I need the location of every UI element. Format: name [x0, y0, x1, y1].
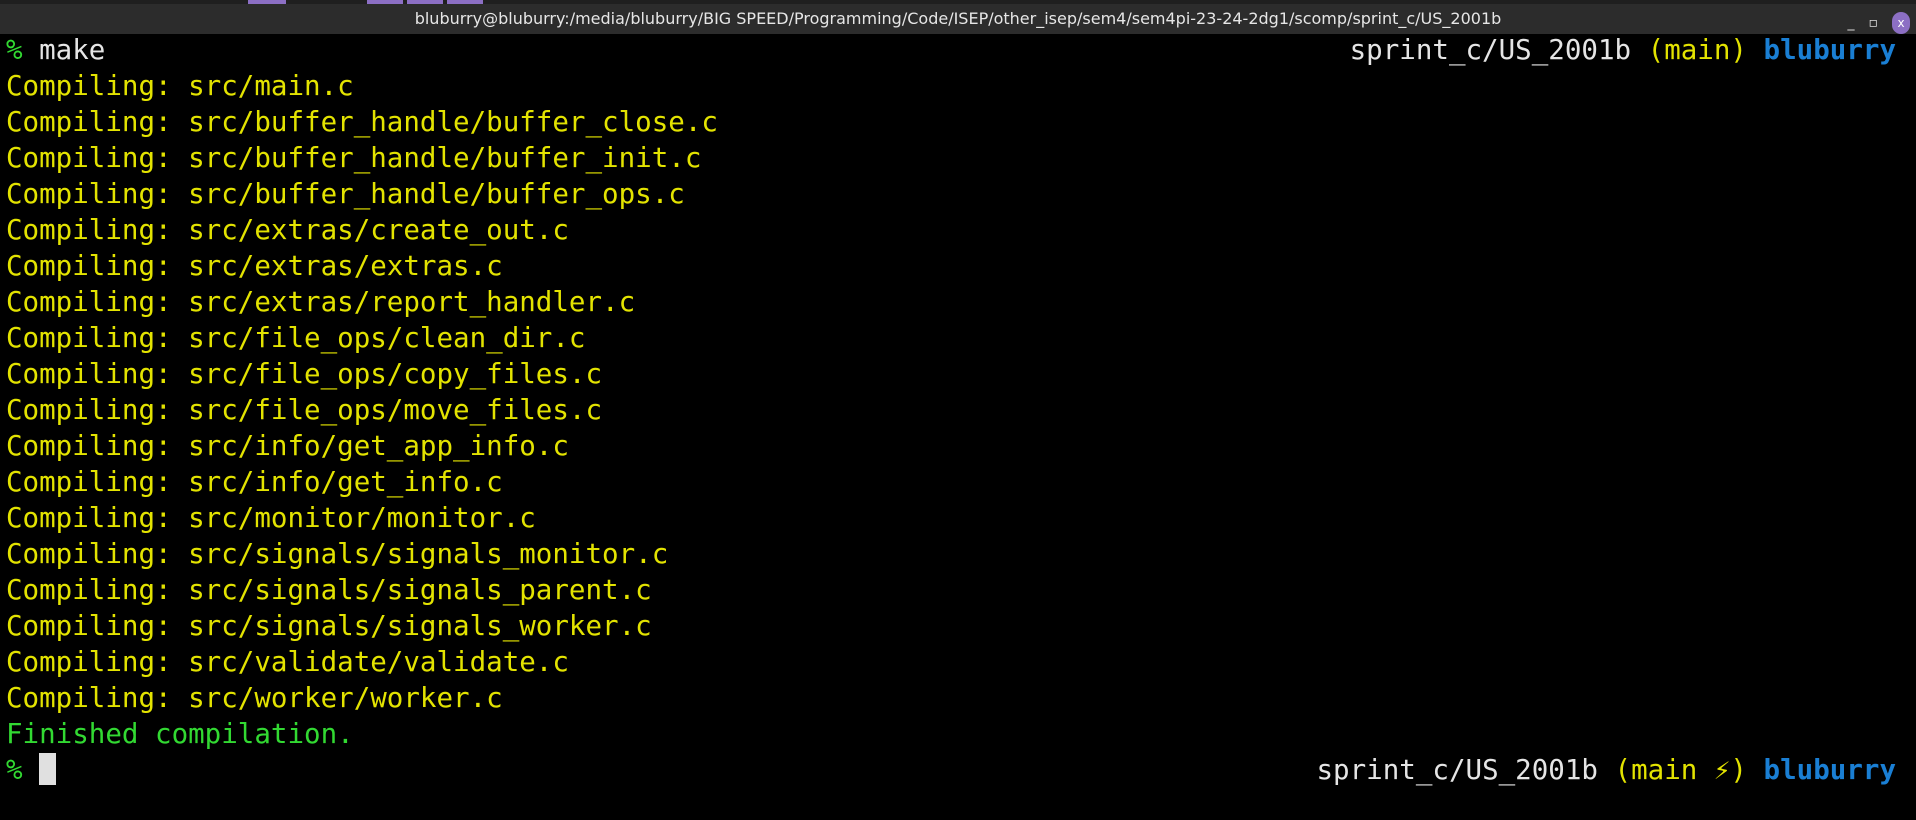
compile-file: src/extras/create_out.c	[188, 214, 569, 246]
compile-prefix: Compiling:	[6, 610, 189, 642]
compile-line: Compiling: src/info/get_app_info.c	[0, 428, 1916, 464]
prompt-symbol: %	[6, 34, 23, 66]
close-button[interactable]: x	[1892, 12, 1910, 34]
compile-file: src/signals/signals_worker.c	[188, 610, 652, 642]
compile-prefix: Compiling:	[6, 106, 189, 138]
compile-prefix: Compiling:	[6, 682, 189, 714]
command-text: make	[39, 34, 106, 66]
compile-prefix: Compiling:	[6, 538, 189, 570]
compile-line: Compiling: src/validate/validate.c	[0, 644, 1916, 680]
username: bluburry	[1763, 34, 1896, 66]
compile-line: Compiling: src/signals/signals_worker.c	[0, 608, 1916, 644]
compile-prefix: Compiling:	[6, 574, 189, 606]
compile-line: Compiling: src/file_ops/move_files.c	[0, 392, 1916, 428]
compile-file: src/extras/extras.c	[188, 250, 503, 282]
cursor	[39, 753, 57, 785]
compile-prefix: Compiling:	[6, 358, 189, 390]
compile-file: src/signals/signals_monitor.c	[188, 538, 669, 570]
git-branch: (main)	[1647, 34, 1747, 66]
compile-line: Compiling: src/info/get_info.c	[0, 464, 1916, 500]
compile-line: Compiling: src/buffer_handle/buffer_clos…	[0, 104, 1916, 140]
compile-file: src/monitor/monitor.c	[188, 502, 536, 534]
prompt-line: % make sprint_c/US_2001b (main) bluburry	[0, 32, 1916, 68]
compile-file: src/file_ops/copy_files.c	[188, 358, 603, 390]
compile-prefix: Compiling:	[6, 70, 189, 102]
compile-prefix: Compiling:	[6, 394, 189, 426]
username: bluburry	[1763, 754, 1896, 786]
compile-line: Compiling: src/buffer_handle/buffer_init…	[0, 140, 1916, 176]
window-titlebar[interactable]: bluburry@bluburry:/media/bluburry/BIG SP…	[0, 4, 1916, 34]
compile-file: src/buffer_handle/buffer_close.c	[188, 106, 718, 138]
compile-file: src/file_ops/clean_dir.c	[188, 322, 586, 354]
compile-file: src/extras/report_handler.c	[188, 286, 636, 318]
compile-prefix: Compiling:	[6, 466, 189, 498]
compile-prefix: Compiling:	[6, 322, 189, 354]
compile-file: src/buffer_handle/buffer_ops.c	[188, 178, 685, 210]
compile-file: src/worker/worker.c	[188, 682, 503, 714]
compile-line: Compiling: src/file_ops/clean_dir.c	[0, 320, 1916, 356]
compile-file: src/validate/validate.c	[188, 646, 569, 678]
compile-file: src/info/get_info.c	[188, 466, 503, 498]
compile-prefix: Compiling:	[6, 430, 189, 462]
right-prompt-path: sprint_c/US_2001b	[1349, 34, 1632, 66]
git-branch: (main ⚡)	[1614, 754, 1747, 786]
compile-line: Compiling: src/main.c	[0, 68, 1916, 104]
compile-file: src/signals/signals_parent.c	[188, 574, 652, 606]
compile-line: Compiling: src/signals/signals_parent.c	[0, 572, 1916, 608]
compile-line: Compiling: src/signals/signals_monitor.c	[0, 536, 1916, 572]
compile-file: src/main.c	[188, 70, 354, 102]
prompt-symbol: %	[6, 754, 23, 786]
terminal-output[interactable]: % make sprint_c/US_2001b (main) bluburry …	[0, 32, 1916, 788]
compile-prefix: Compiling:	[6, 214, 189, 246]
compile-line: Compiling: src/file_ops/copy_files.c	[0, 356, 1916, 392]
compile-line: Compiling: src/buffer_handle/buffer_ops.…	[0, 176, 1916, 212]
compile-prefix: Compiling:	[6, 502, 189, 534]
compile-line: Compiling: src/extras/create_out.c	[0, 212, 1916, 248]
compile-prefix: Compiling:	[6, 286, 189, 318]
prompt-line: % sprint_c/US_2001b (main ⚡) bluburry	[0, 752, 1916, 788]
compile-prefix: Compiling:	[6, 250, 189, 282]
compile-line: Compiling: src/extras/report_handler.c	[0, 284, 1916, 320]
compile-prefix: Compiling:	[6, 178, 189, 210]
compile-prefix: Compiling:	[6, 142, 189, 174]
compile-line: Compiling: src/worker/worker.c	[0, 680, 1916, 716]
compile-file: src/info/get_app_info.c	[188, 430, 569, 462]
compile-line: Compiling: src/extras/extras.c	[0, 248, 1916, 284]
right-prompt-path: sprint_c/US_2001b	[1316, 754, 1598, 786]
finished-message: Finished compilation.	[6, 718, 354, 750]
compile-file: src/buffer_handle/buffer_init.c	[188, 142, 702, 174]
compile-prefix: Compiling:	[6, 646, 189, 678]
compile-file: src/file_ops/move_files.c	[188, 394, 603, 426]
window-title: bluburry@bluburry:/media/bluburry/BIG SP…	[414, 9, 1502, 28]
compile-line: Compiling: src/monitor/monitor.c	[0, 500, 1916, 536]
